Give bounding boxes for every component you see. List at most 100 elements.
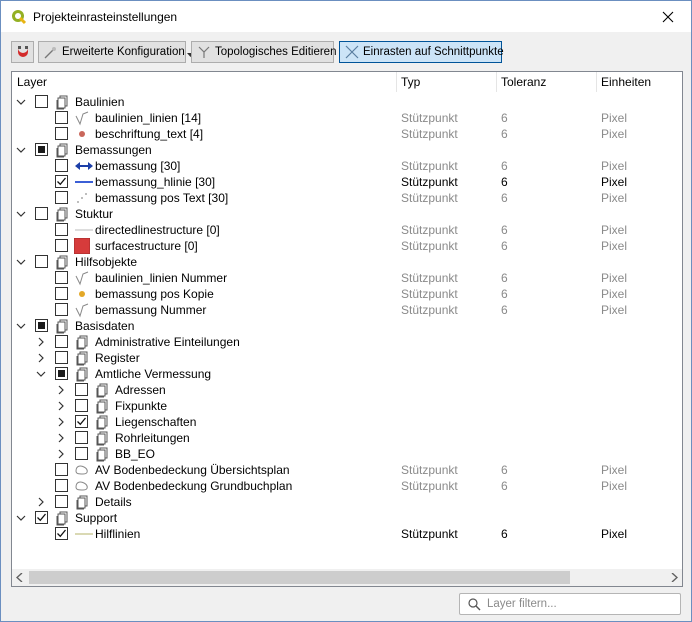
layer-checkbox[interactable] xyxy=(55,351,68,364)
group-row[interactable]: Support xyxy=(12,510,682,526)
layer-row[interactable]: directedlinestructure [0] Stützpunkt 6 Pixe… xyxy=(12,222,682,238)
layer-row[interactable]: bemassung [30] Stützpunkt 6 Pixel xyxy=(12,158,682,174)
layer-checkbox[interactable] xyxy=(55,111,68,124)
layer-checkbox[interactable] xyxy=(55,175,68,188)
layer-checkbox[interactable] xyxy=(35,207,48,220)
chevron-down-icon[interactable] xyxy=(15,96,27,108)
layer-checkbox[interactable] xyxy=(35,319,48,332)
advanced-config-button[interactable]: Erweiterte Konfiguration xyxy=(38,41,194,63)
chevron-right-icon[interactable] xyxy=(35,352,47,364)
snap-type-cell[interactable]: Stützpunkt xyxy=(401,223,458,237)
snap-type-cell[interactable]: Stützpunkt xyxy=(401,287,458,301)
layer-checkbox[interactable] xyxy=(35,255,48,268)
units-cell[interactable]: Pixel xyxy=(601,463,627,477)
units-cell[interactable]: Pixel xyxy=(601,303,627,317)
column-header-layer[interactable]: Layer xyxy=(17,75,47,91)
group-row[interactable]: Bemassungen xyxy=(12,142,682,158)
layer-row[interactable]: baulinien_linien Nummer Stützpunkt 6 Pixel xyxy=(12,270,682,286)
group-row[interactable]: Details xyxy=(12,494,682,510)
group-row[interactable]: Rohrleitungen xyxy=(12,430,682,446)
snap-type-cell[interactable]: Stützpunkt xyxy=(401,191,458,205)
enable-snapping-button[interactable] xyxy=(11,41,34,63)
horizontal-scrollbar[interactable] xyxy=(12,569,682,586)
group-row[interactable]: Register xyxy=(12,350,682,366)
chevron-down-icon[interactable] xyxy=(35,368,47,380)
chevron-right-icon[interactable] xyxy=(55,400,67,412)
tolerance-cell[interactable]: 6 xyxy=(501,111,508,125)
layer-checkbox[interactable] xyxy=(75,399,88,412)
units-cell[interactable]: Pixel xyxy=(601,271,627,285)
topological-editing-button[interactable]: Topologisches Editieren xyxy=(191,41,336,63)
layer-checkbox[interactable] xyxy=(55,495,68,508)
layer-checkbox[interactable] xyxy=(75,383,88,396)
units-cell[interactable]: Pixel xyxy=(601,479,627,493)
snap-intersection-button[interactable]: Einrasten auf Schnittpunkte xyxy=(339,41,504,63)
column-header-units[interactable]: Einheiten xyxy=(601,75,651,91)
layer-checkbox[interactable] xyxy=(75,431,88,444)
layer-filter-input[interactable]: Layer filtern... xyxy=(459,593,681,615)
layer-checkbox[interactable] xyxy=(55,191,68,204)
layer-checkbox[interactable] xyxy=(55,127,68,140)
layer-checkbox[interactable] xyxy=(55,479,68,492)
units-cell[interactable]: Pixel xyxy=(601,127,627,141)
tolerance-cell[interactable]: 6 xyxy=(501,527,508,541)
layer-checkbox[interactable] xyxy=(75,415,88,428)
layer-checkbox[interactable] xyxy=(75,447,88,460)
tolerance-cell[interactable]: 6 xyxy=(501,127,508,141)
units-cell[interactable]: Pixel xyxy=(601,191,627,205)
close-button[interactable] xyxy=(645,1,691,32)
chevron-down-icon[interactable] xyxy=(15,256,27,268)
chevron-down-icon[interactable] xyxy=(15,512,27,524)
snap-type-cell[interactable]: Stützpunkt xyxy=(401,527,458,541)
snap-type-cell[interactable]: Stützpunkt xyxy=(401,303,458,317)
group-row[interactable]: Fixpunkte xyxy=(12,398,682,414)
chevron-right-icon[interactable] xyxy=(55,432,67,444)
chevron-down-icon[interactable] xyxy=(15,320,27,332)
layer-checkbox[interactable] xyxy=(55,335,68,348)
layer-checkbox[interactable] xyxy=(35,95,48,108)
group-row[interactable]: Liegenschaften xyxy=(12,414,682,430)
tolerance-cell[interactable]: 6 xyxy=(501,223,508,237)
layer-row[interactable]: bemassung pos Kopie Stützpunkt 6 Pixel xyxy=(12,286,682,302)
column-header-type[interactable]: Typ xyxy=(401,75,420,91)
snap-type-cell[interactable]: Stützpunkt xyxy=(401,239,458,253)
group-row[interactable]: Basisdaten xyxy=(12,318,682,334)
group-row[interactable]: Baulinien xyxy=(12,94,682,110)
chevron-right-icon[interactable] xyxy=(55,416,67,428)
snap-type-cell[interactable]: Stützpunkt xyxy=(401,271,458,285)
chevron-right-icon[interactable] xyxy=(35,496,47,508)
group-row[interactable]: Hilfsobjekte xyxy=(12,254,682,270)
units-cell[interactable]: Pixel xyxy=(601,527,627,541)
chevron-right-icon[interactable] xyxy=(35,336,47,348)
group-row[interactable]: Administrative Einteilungen xyxy=(12,334,682,350)
layer-checkbox[interactable] xyxy=(55,287,68,300)
layer-row[interactable]: bemassung Nummer Stützpunkt 6 Pixel xyxy=(12,302,682,318)
units-cell[interactable]: Pixel xyxy=(601,223,627,237)
group-row[interactable]: Stuktur xyxy=(12,206,682,222)
snap-type-cell[interactable]: Stützpunkt xyxy=(401,127,458,141)
chevron-down-icon[interactable] xyxy=(15,208,27,220)
layer-checkbox[interactable] xyxy=(55,303,68,316)
snap-type-cell[interactable]: Stützpunkt xyxy=(401,159,458,173)
tolerance-cell[interactable]: 6 xyxy=(501,191,508,205)
tolerance-cell[interactable]: 6 xyxy=(501,303,508,317)
layer-checkbox[interactable] xyxy=(55,527,68,540)
layer-checkbox[interactable] xyxy=(55,223,68,236)
layer-checkbox[interactable] xyxy=(35,511,48,524)
tolerance-cell[interactable]: 6 xyxy=(501,271,508,285)
layer-row[interactable]: surfacestructure [0] Stützpunkt 6 Pixel xyxy=(12,237,682,255)
layer-checkbox[interactable] xyxy=(55,463,68,476)
layer-checkbox[interactable] xyxy=(55,159,68,172)
layer-checkbox[interactable] xyxy=(55,271,68,284)
layer-checkbox[interactable] xyxy=(35,143,48,156)
snap-type-cell[interactable]: Stützpunkt xyxy=(401,479,458,493)
tolerance-cell[interactable]: 6 xyxy=(501,159,508,173)
units-cell[interactable]: Pixel xyxy=(601,175,627,189)
layer-checkbox[interactable] xyxy=(55,367,68,380)
tolerance-cell[interactable]: 6 xyxy=(501,175,508,189)
group-row[interactable]: Adressen xyxy=(12,382,682,398)
chevron-right-icon[interactable] xyxy=(55,384,67,396)
units-cell[interactable]: Pixel xyxy=(601,159,627,173)
tolerance-cell[interactable]: 6 xyxy=(501,287,508,301)
layer-row[interactable]: AV Bodenbedeckung Grundbuchplan Stützpunk… xyxy=(12,478,682,494)
